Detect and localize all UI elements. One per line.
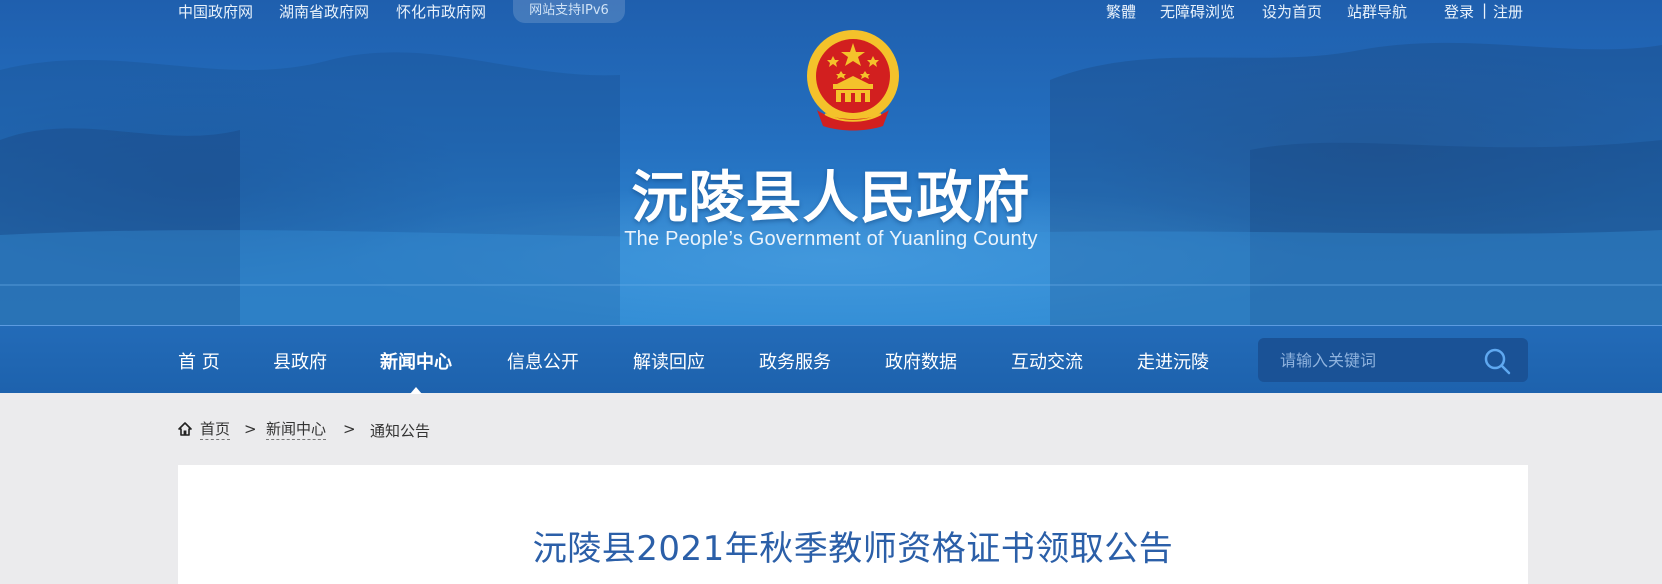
article-title: 沅陵县2021年秋季教师资格证书领取公告 bbox=[532, 529, 1174, 569]
active-indicator bbox=[410, 387, 422, 394]
link-set-homepage[interactable]: 设为首页 bbox=[1262, 1, 1322, 22]
search-icon[interactable] bbox=[1482, 346, 1512, 376]
ipv6-badge: 网站支持IPv6 bbox=[513, 0, 625, 23]
nav-about-yuanling[interactable]: 走进沅陵 bbox=[1137, 348, 1209, 374]
breadcrumb-home[interactable]: 首页 bbox=[200, 420, 231, 440]
article-card: 沅陵县2021年秋季教师资格证书领取公告 bbox=[178, 465, 1528, 584]
link-china-gov[interactable]: 中国政府网 bbox=[178, 1, 253, 22]
nav-interaction[interactable]: 互动交流 bbox=[1011, 348, 1083, 374]
nav-gov-services[interactable]: 政务服务 bbox=[759, 348, 831, 374]
search-input[interactable] bbox=[1258, 338, 1478, 382]
nav-interpretation[interactable]: 解读回应 bbox=[633, 348, 705, 374]
search-box bbox=[1258, 338, 1528, 382]
breadcrumb-current: 通知公告 bbox=[370, 422, 431, 440]
nav-home[interactable]: 首 页 bbox=[178, 348, 220, 374]
link-accessibility[interactable]: 无障碍浏览 bbox=[1160, 1, 1235, 22]
site-subtitle: The People’s Government of Yuanling Coun… bbox=[624, 228, 1038, 250]
header-banner: 中国政府网 湖南省政府网 怀化市政府网 网站支持IPv6 繁體 无障碍浏览 设为… bbox=[0, 0, 1662, 325]
breadcrumb-separator: > bbox=[343, 420, 356, 438]
top-bar: 中国政府网 湖南省政府网 怀化市政府网 网站支持IPv6 繁體 无障碍浏览 设为… bbox=[0, 0, 1662, 28]
link-huaihua-gov[interactable]: 怀化市政府网 bbox=[396, 1, 486, 22]
link-hunan-gov[interactable]: 湖南省政府网 bbox=[279, 1, 369, 22]
national-emblem-icon bbox=[807, 30, 899, 131]
nav-news-center[interactable]: 新闻中心 bbox=[380, 348, 452, 374]
login-separator: | bbox=[1482, 1, 1488, 19]
login-link[interactable]: 登录 bbox=[1444, 1, 1474, 22]
site-title: 沅陵县人民政府 bbox=[631, 165, 1031, 231]
link-traditional-chinese[interactable]: 繁體 bbox=[1106, 1, 1136, 22]
home-icon bbox=[178, 422, 192, 436]
nav-county-gov[interactable]: 县政府 bbox=[273, 348, 327, 374]
breadcrumb-separator: > bbox=[244, 420, 257, 438]
nav-gov-data[interactable]: 政府数据 bbox=[885, 348, 957, 374]
main-nav: 首 页 县政府 新闻中心 信息公开 解读回应 政务服务 政府数据 互动交流 走进… bbox=[0, 325, 1662, 394]
nav-info-disclosure[interactable]: 信息公开 bbox=[507, 348, 579, 374]
breadcrumb-news-center[interactable]: 新闻中心 bbox=[266, 420, 327, 440]
link-site-navigation[interactable]: 站群导航 bbox=[1347, 1, 1407, 22]
register-link[interactable]: 注册 bbox=[1493, 1, 1523, 22]
